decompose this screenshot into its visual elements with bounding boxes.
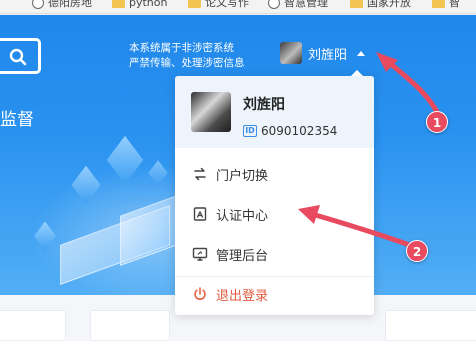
folder-icon [350,0,363,8]
profile-section: 刘旌阳 ID 6090102354 [175,76,374,148]
globe-icon [32,0,44,9]
avatar [191,92,231,132]
menu-item-portal-switch[interactable]: 门户切换 [175,156,374,192]
menu-item-logout[interactable]: 退出登录 [175,276,374,312]
profile-id: ID 6090102354 [243,124,337,138]
menu-item-auth-center[interactable]: 认证中心 [175,196,374,232]
monitor-icon [192,247,208,261]
bookmark-item[interactable]: python [112,0,167,10]
profile-name: 刘旌阳 [243,97,285,113]
user-menu-trigger[interactable]: 刘旌阳 [280,42,366,64]
search-button[interactable] [0,38,41,74]
folder-icon [112,0,125,8]
power-icon [194,287,206,300]
username: 刘旌阳 [308,47,348,63]
bookmark-item[interactable]: 国家开放 [350,0,411,10]
caret-up-icon [357,50,366,56]
switch-icon [194,167,206,181]
annotation-badge-2: 2 [406,240,428,262]
search-icon [9,48,27,66]
content-card [0,310,66,341]
bookmark-item[interactable]: 德阳房地 [32,0,92,10]
folder-icon [188,0,201,8]
avatar [280,42,302,64]
bookmark-item[interactable]: 智慧管理 [268,0,328,10]
security-notice: 本系统属于非涉密系统 严禁传输、处理涉密信息 [129,42,245,69]
folder-icon [432,0,445,8]
bookmark-item[interactable]: 论文写作 [188,0,249,10]
globe-icon [268,0,280,9]
annotation-badge-1: 1 [426,111,448,133]
bookmarks-bar: 德阳房地 python 论文写作 智慧管理 国家开放 智 [0,0,476,14]
user-dropdown-menu: 刘旌阳 ID 6090102354 门户切换 认证中心 管理后台 退出登录 [175,70,374,315]
content-card [90,310,170,341]
certificate-icon [193,207,207,221]
id-card-icon: ID [243,125,257,137]
page-title: 监督 [0,110,34,130]
menu-item-admin-console[interactable]: 管理后台 [175,236,374,272]
bookmark-item[interactable]: 智 [432,0,460,10]
content-card [385,310,476,341]
